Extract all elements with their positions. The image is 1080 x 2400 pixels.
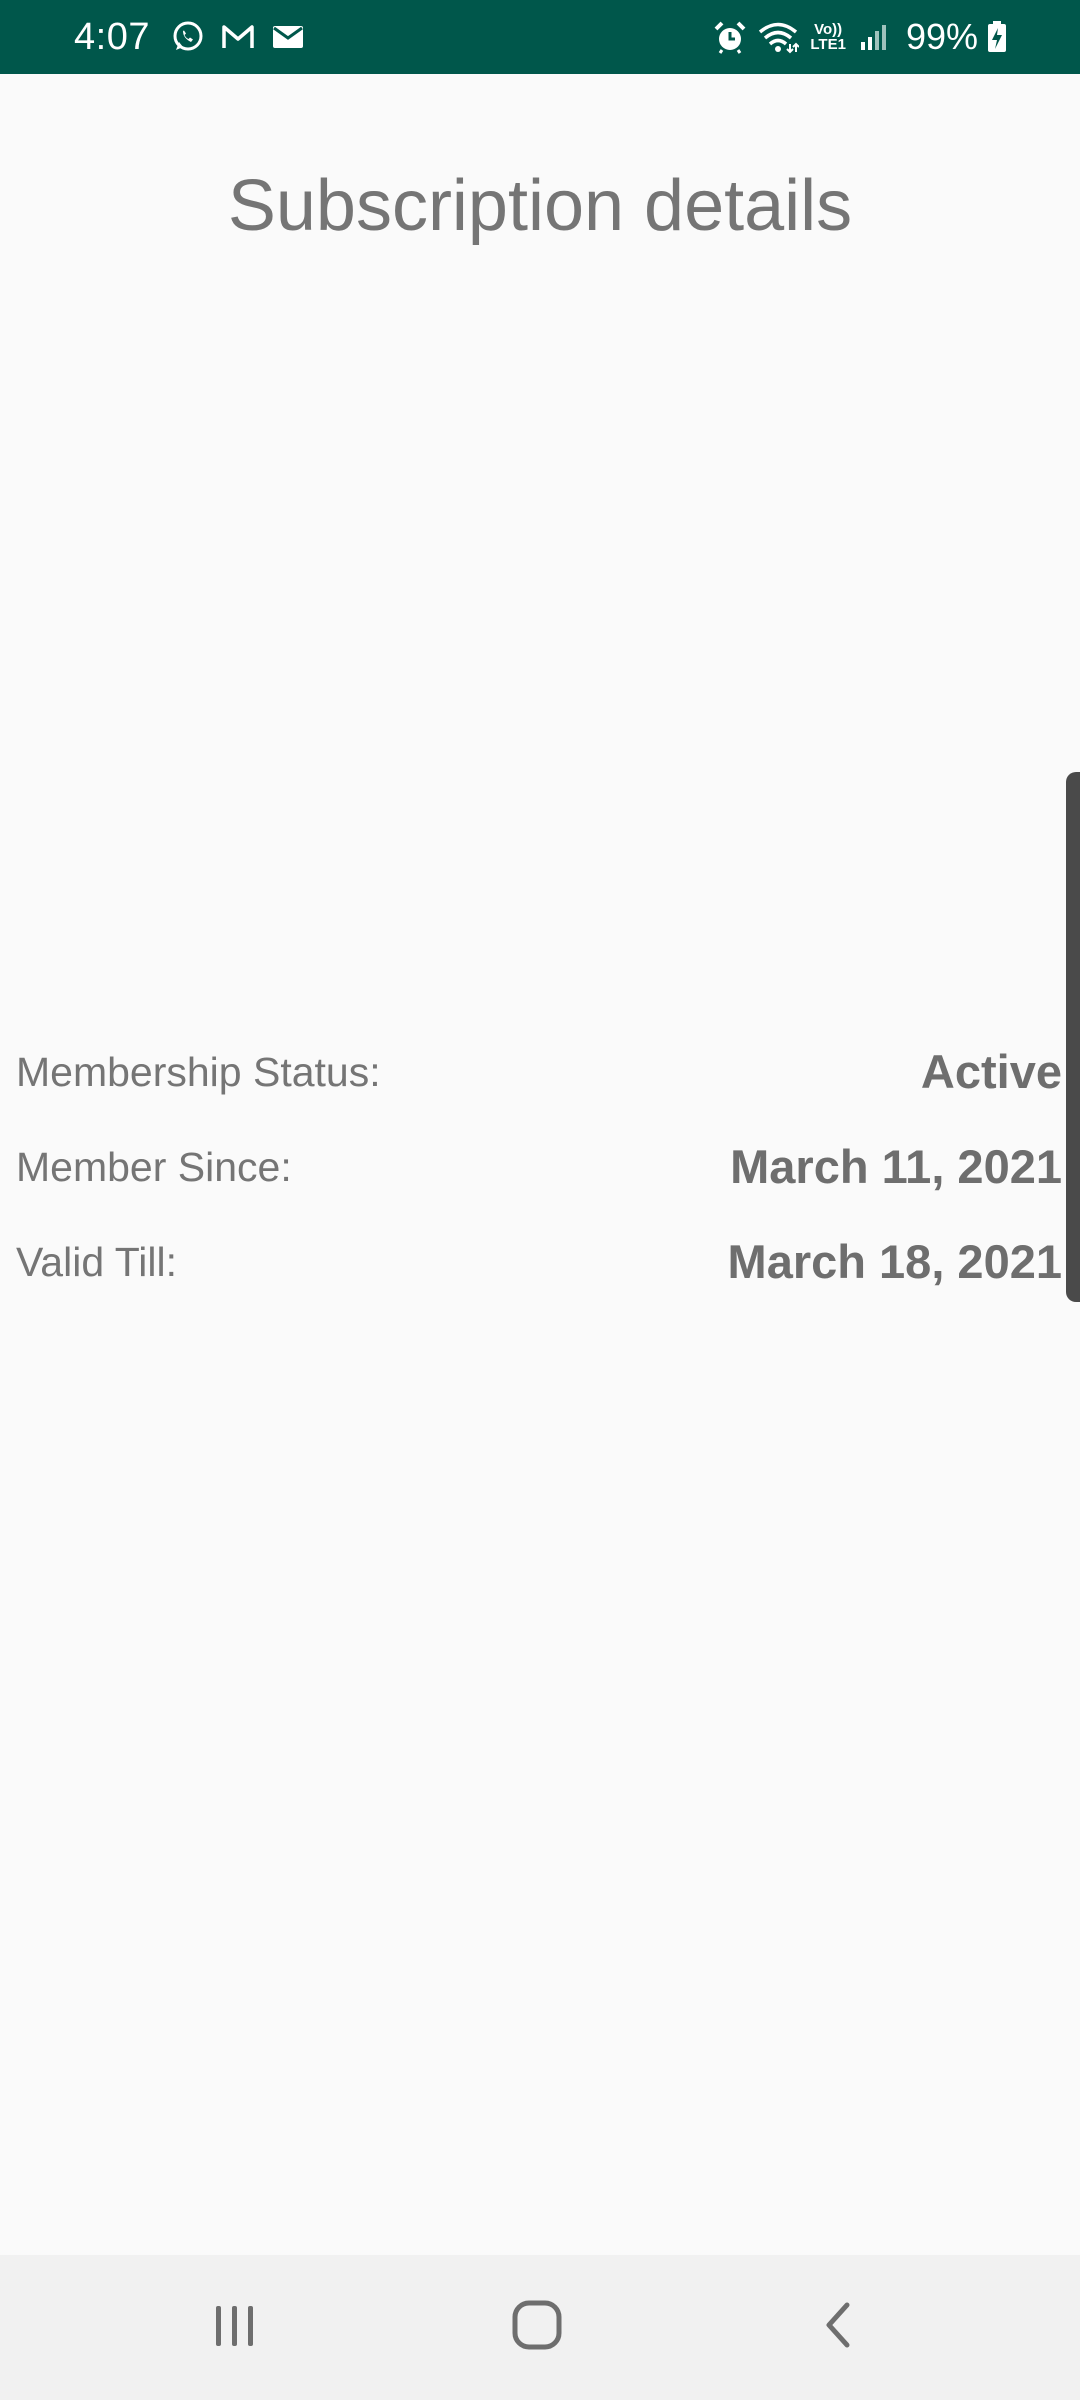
- whatsapp-icon: [170, 19, 206, 55]
- back-button[interactable]: [769, 2255, 909, 2400]
- navigation-bar: [0, 2255, 1080, 2400]
- valid-till-value: March 18, 2021: [727, 1235, 1062, 1288]
- status-bar-left: 4:07: [74, 0, 306, 74]
- battery-charging-icon: [986, 19, 1008, 55]
- home-icon: [511, 2299, 563, 2356]
- back-icon: [819, 2299, 859, 2356]
- membership-status-label: Membership Status:: [16, 1049, 381, 1095]
- status-bar: 4:07 Vo)) LTE1 99%: [0, 0, 1080, 74]
- gmail-icon: [220, 19, 256, 55]
- member-since-row: Member Since: March 11, 2021: [16, 1137, 1062, 1197]
- volte-indicator: Vo)) LTE1: [810, 22, 846, 52]
- wifi-icon: [756, 19, 800, 55]
- page-title: Subscription details: [227, 166, 853, 246]
- valid-till-row: Valid Till: March 18, 2021: [16, 1232, 1062, 1292]
- recent-apps-button[interactable]: [165, 2255, 305, 2400]
- member-since-value: March 11, 2021: [730, 1140, 1062, 1193]
- volte-bottom-label: LTE1: [810, 36, 846, 53]
- recent-apps-icon: [210, 2300, 260, 2355]
- home-button[interactable]: [467, 2255, 607, 2400]
- status-bar-right: Vo)) LTE1 99%: [712, 0, 1008, 74]
- membership-status-row: Membership Status: Active: [16, 1042, 1062, 1102]
- email-icon: [270, 19, 306, 55]
- volte-top-label: Vo)): [814, 21, 843, 38]
- alarm-icon: [712, 19, 748, 55]
- valid-till-label: Valid Till:: [16, 1239, 178, 1285]
- battery-percentage: 99%: [905, 16, 978, 57]
- member-since-label: Member Since:: [16, 1144, 292, 1190]
- screen: 4:07 Vo)) LTE1 99% Subscription details …: [0, 0, 1080, 2400]
- membership-status-value: Active: [920, 1045, 1062, 1098]
- status-time: 4:07: [74, 16, 150, 58]
- edge-panel-handle[interactable]: [1066, 772, 1080, 1302]
- signal-icon: [856, 19, 892, 55]
